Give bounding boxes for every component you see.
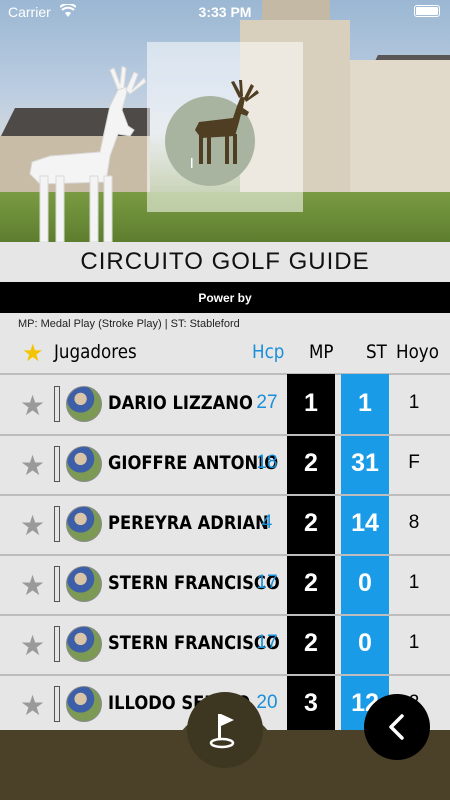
player-hcp: 17	[256, 632, 278, 653]
deer-statue	[29, 66, 147, 242]
player-marker	[54, 626, 60, 662]
player-hoyo: F	[408, 452, 420, 473]
player-st: 1	[358, 389, 372, 417]
clock: 3:33 PM	[198, 4, 252, 20]
player-mp: 2	[304, 449, 318, 477]
header-photo: Carrier 3:33 PM	[0, 0, 450, 242]
player-st: 0	[358, 569, 372, 597]
star-icon[interactable]: ★	[20, 629, 45, 662]
player-name: DARIO LIZZANO	[108, 392, 253, 414]
star-icon[interactable]: ★	[20, 569, 45, 602]
player-row[interactable]: ★ DARIO LIZZANO 27 1 1 1	[0, 375, 450, 435]
star-icon[interactable]: ★	[20, 689, 45, 722]
avatar	[66, 686, 102, 722]
star-icon[interactable]: ★	[20, 509, 45, 542]
player-mp: 1	[304, 389, 318, 417]
avatar	[66, 506, 102, 542]
player-hcp: 4	[261, 512, 273, 533]
status-bar: Carrier 3:33 PM	[0, 0, 450, 24]
avatar	[66, 386, 102, 422]
battery-icon	[414, 5, 440, 17]
player-row[interactable]: ★ GIOFFRE ANTONIO 18 2 31 F	[0, 435, 450, 495]
player-marker	[54, 446, 60, 482]
player-marker	[54, 506, 60, 542]
power-by-label: Power by	[198, 290, 252, 305]
player-hoyo: 1	[408, 632, 420, 653]
player-hoyo: 8	[408, 512, 420, 533]
star-icon[interactable]: ★	[20, 389, 45, 422]
golf-flag-icon	[209, 714, 235, 749]
player-hcp: 17	[256, 572, 278, 593]
scoring-legend: MP: Medal Play (Stroke Play) | ST: Stabl…	[18, 318, 240, 330]
player-row[interactable]: ★ STERN FRANCISCO 17 2 0 1	[0, 615, 450, 675]
player-hcp: 18	[256, 452, 278, 473]
player-mp: 2	[304, 569, 318, 597]
avatar	[66, 566, 102, 602]
avatar	[66, 626, 102, 662]
player-row[interactable]: ★ STERN FRANCISCO 17 2 0 1	[0, 555, 450, 615]
player-hcp: 27	[256, 392, 278, 413]
avatar	[66, 446, 102, 482]
course-button[interactable]	[187, 692, 263, 768]
page-title: CIRCUITO GOLF GUIDE	[80, 248, 370, 275]
player-st: 31	[351, 449, 379, 477]
st-header: ST	[366, 341, 387, 363]
hoyo-header: Hoyo	[396, 341, 439, 363]
players-header: Jugadores	[54, 341, 137, 363]
deer-logo-icon	[191, 80, 259, 168]
table-header: ★ Jugadores Hcp MP ST Hoyo	[0, 336, 450, 372]
mp-header: MP	[309, 341, 334, 363]
chevron-left-icon	[389, 714, 404, 740]
page-title-bar: CIRCUITO GOLF GUIDE	[0, 242, 450, 282]
player-marker	[54, 566, 60, 602]
star-icon[interactable]: ★	[20, 449, 45, 482]
power-by-bar: Power by	[0, 282, 450, 313]
player-row[interactable]: ★ PEREYRA ADRIAN 4 2 14 8	[0, 495, 450, 555]
player-marker	[54, 386, 60, 422]
player-hoyo: 1	[408, 572, 420, 593]
player-marker	[54, 686, 60, 722]
back-button[interactable]	[364, 694, 430, 760]
player-hoyo: 1	[408, 392, 420, 413]
player-mp: 3	[304, 689, 318, 717]
hcp-header: Hcp	[252, 341, 285, 363]
player-mp: 2	[304, 509, 318, 537]
player-st: 0	[358, 629, 372, 657]
player-name: PEREYRA ADRIAN	[108, 512, 269, 534]
player-mp: 2	[304, 629, 318, 657]
player-st: 14	[351, 509, 379, 537]
star-icon[interactable]: ★	[22, 339, 44, 368]
